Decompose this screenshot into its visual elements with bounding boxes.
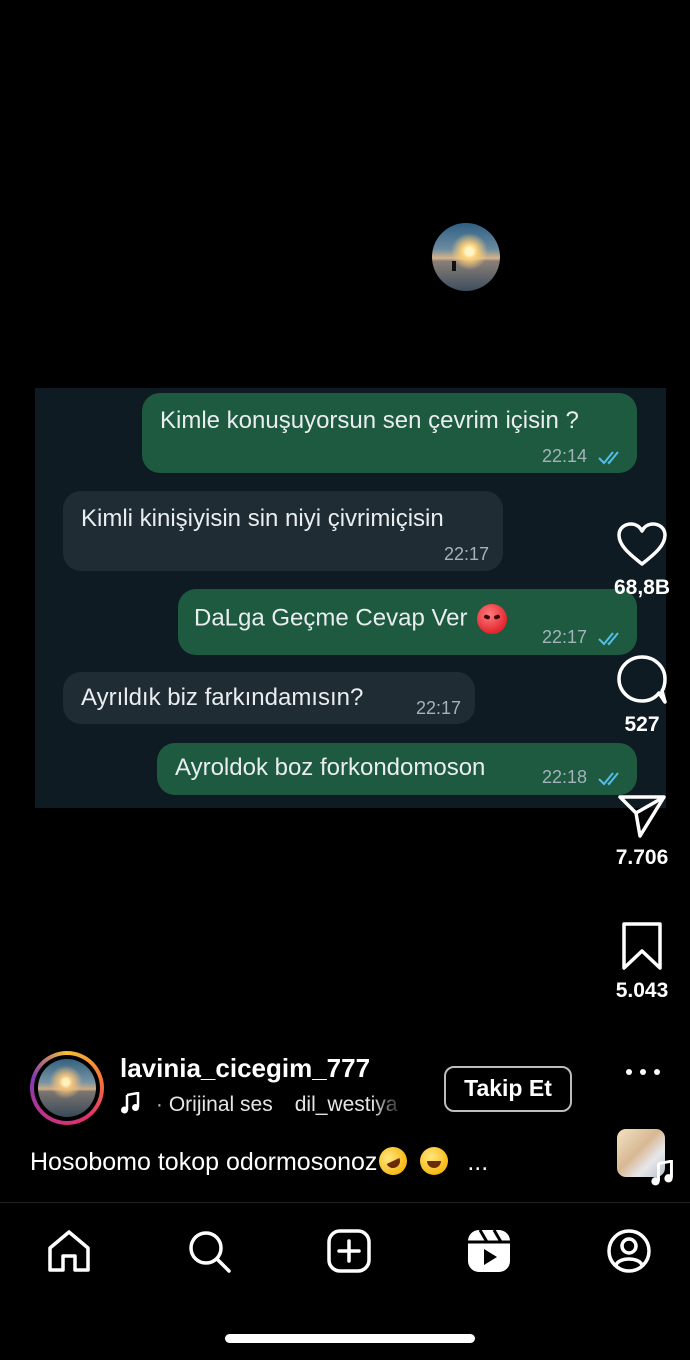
save-button[interactable]: 5.043 <box>608 921 676 1003</box>
message-text: Kimli kinişiyisin sin niyi çivrimiçisin <box>81 505 444 532</box>
chat-message-outgoing: Kimle konuşuyorsun sen çevrim içisin ? 2… <box>142 393 637 473</box>
caption-text: Hosobomo tokop odormosonoz <box>30 1148 378 1176</box>
chat-message-outgoing: DaLga Geçme Cevap Ver 22:17 <box>178 589 637 655</box>
follow-button[interactable]: Takip Et <box>444 1066 572 1112</box>
message-text: Kimle konuşuyorsun sen çevrim içisin ? <box>160 407 579 434</box>
message-time: 22:17 <box>542 627 625 648</box>
comment-count: 527 <box>624 713 660 736</box>
rolling-on-floor-laughing-icon <box>374 1142 413 1180</box>
search-icon <box>189 1231 231 1273</box>
angry-face-icon <box>477 604 508 634</box>
message-text: Ayroldok boz forkondomoson <box>175 754 486 781</box>
send-icon <box>618 795 666 838</box>
message-text: Ayrıldık biz farkındamısın? <box>81 684 364 711</box>
like-count: 68,8B <box>613 576 671 599</box>
read-ticks-icon <box>598 772 619 786</box>
nav-reels[interactable] <box>466 1228 512 1274</box>
message-text: DaLga Geçme Cevap Ver <box>194 604 508 634</box>
create-icon <box>327 1229 371 1273</box>
message-time: 22:14 <box>542 446 625 467</box>
nav-search[interactable] <box>186 1228 232 1274</box>
chat-message-outgoing: Ayroldok boz forkondomoson 22:18 <box>157 743 637 795</box>
reels-icon <box>468 1229 510 1272</box>
like-button[interactable]: 68,8B <box>608 522 676 600</box>
home-icon <box>48 1230 90 1272</box>
chat-screenshot: Kimle konuşuyorsun sen çevrim içisin ? 2… <box>35 388 666 808</box>
audio-label: Orijinal ses <box>168 1093 273 1116</box>
audio-row[interactable]: · Orijinal ses dil_westiya <box>120 1091 405 1117</box>
separator-dot: · <box>155 1093 163 1116</box>
comment-icon <box>617 655 667 704</box>
caption-more[interactable]: ... <box>467 1148 488 1176</box>
message-time: 22:18 <box>542 767 625 788</box>
chat-message-incoming: Ayrıldık biz farkındamısın? 22:17 <box>63 672 475 724</box>
music-note-icon <box>121 1091 140 1114</box>
comment-button[interactable]: 527 <box>608 655 676 737</box>
chat-message-incoming: Kimli kinişiyisin sin niyi çivrimiçisin … <box>63 491 503 571</box>
read-ticks-icon <box>598 632 619 646</box>
share-button[interactable]: 7.706 <box>608 794 676 870</box>
more-options-icon[interactable] <box>626 1062 660 1082</box>
profile-icon <box>607 1229 651 1273</box>
caption[interactable]: Hosobomo tokop odormosonoz ... <box>30 1142 488 1180</box>
nav-home[interactable] <box>46 1228 92 1274</box>
save-count: 5.043 <box>615 979 669 1002</box>
reel-avatar-top <box>432 223 500 291</box>
tears-of-joy-icon <box>420 1147 449 1175</box>
read-ticks-icon <box>598 451 619 465</box>
nav-create[interactable] <box>326 1228 372 1274</box>
music-note-icon <box>651 1160 673 1186</box>
heart-icon <box>617 522 667 566</box>
home-indicator <box>225 1334 475 1343</box>
audio-owner: dil_westiya <box>294 1093 398 1116</box>
nav-profile[interactable] <box>606 1228 652 1274</box>
message-time: 22:17 <box>443 544 489 564</box>
share-count: 7.706 <box>615 846 669 869</box>
message-time: 22:17 <box>415 698 461 718</box>
author-username[interactable]: lavinia_cicegim_777 <box>120 1053 370 1084</box>
bookmark-icon <box>622 922 662 970</box>
author-avatar[interactable] <box>30 1051 104 1125</box>
